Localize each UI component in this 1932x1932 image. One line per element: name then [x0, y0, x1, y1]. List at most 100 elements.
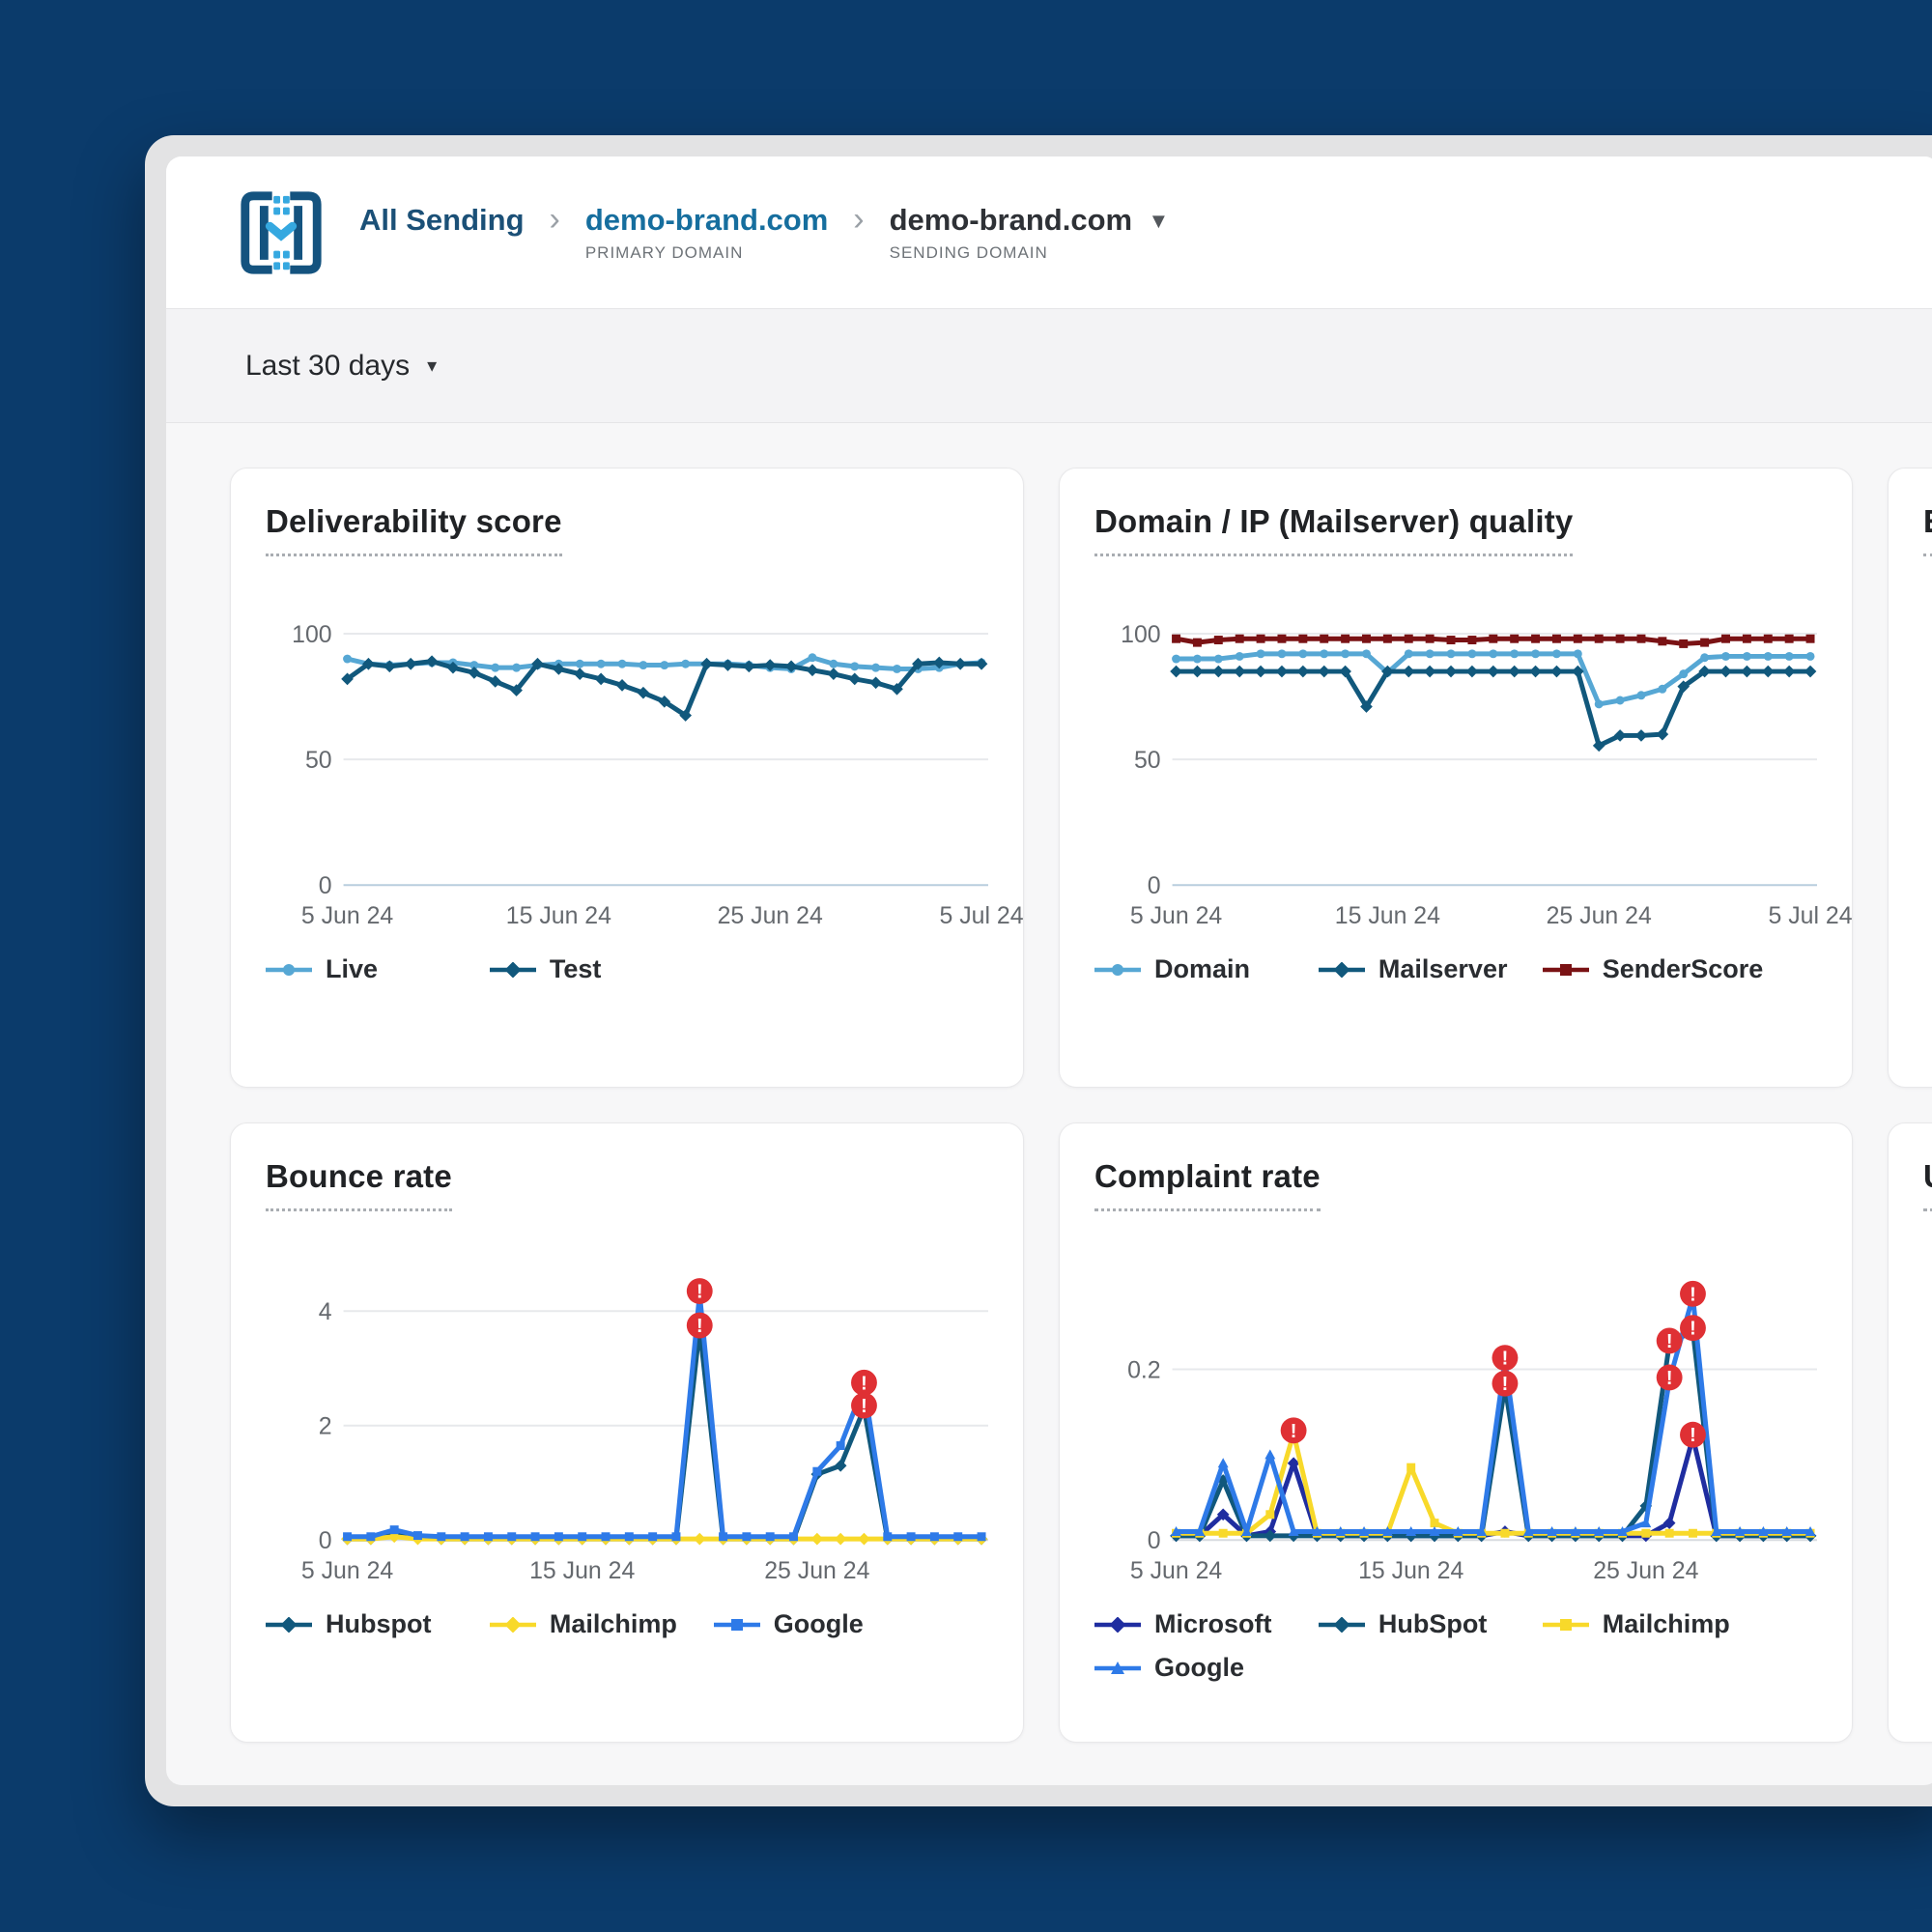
legend-item-test[interactable]: Test [490, 954, 714, 984]
legend-label: Domain [1154, 954, 1250, 984]
breadcrumb-separator-icon: › [550, 203, 560, 236]
app-window: All Sending › demo-brand.com PRIMARY DOM… [145, 135, 1932, 1806]
line-chart: 0.205 Jun 2415 Jun 2425 Jun 24!!!!!!!! [1094, 1221, 1817, 1607]
legend-marker-icon [1094, 962, 1141, 978]
svg-text:5 Jun 24: 5 Jun 24 [1130, 1557, 1223, 1584]
app-surface: All Sending › demo-brand.com PRIMARY DOM… [166, 156, 1932, 1785]
svg-text:0.2: 0.2 [1127, 1356, 1161, 1383]
chart-title: Complaint rate [1094, 1158, 1321, 1211]
legend-label: SenderScore [1603, 954, 1764, 984]
chart-title: E [1923, 503, 1932, 556]
legend-label: Google [1154, 1653, 1244, 1683]
legend-item-hubspot[interactable]: Hubspot [266, 1609, 490, 1639]
svg-text:!: ! [1502, 1349, 1509, 1370]
legend-marker-icon [490, 962, 536, 978]
svg-text:0: 0 [1148, 1527, 1161, 1554]
date-range-selector[interactable]: Last 30 days ▾ [245, 350, 437, 383]
filter-bar: Last 30 days ▾ [166, 309, 1932, 423]
legend-item-google[interactable]: Google [714, 1609, 938, 1639]
chart-title: U [1923, 1158, 1932, 1211]
legend-label: Mailserver [1378, 954, 1508, 984]
breadcrumb-label: demo-brand.com [890, 203, 1132, 237]
legend-label: Mailchimp [550, 1609, 677, 1639]
svg-text:25 Jun 24: 25 Jun 24 [1547, 902, 1652, 929]
card-complaint-rate: Complaint rate 0.205 Jun 2415 Jun 2425 J… [1059, 1122, 1853, 1743]
breadcrumb-item-primary-domain[interactable]: demo-brand.com PRIMARY DOMAIN [585, 203, 828, 263]
svg-text:!: ! [696, 1281, 703, 1302]
legend-marker-icon [490, 1617, 536, 1633]
chart-legend: Live Test [266, 954, 988, 984]
svg-text:5 Jun 24: 5 Jun 24 [301, 902, 394, 929]
svg-text:5 Jun 24: 5 Jun 24 [1130, 902, 1223, 929]
legend-item-mailchimp[interactable]: Mailchimp [1543, 1609, 1767, 1639]
chevron-down-icon: ▼ [1149, 209, 1170, 234]
breadcrumb: All Sending › demo-brand.com PRIMARY DOM… [359, 203, 1169, 263]
legend-item-google[interactable]: Google [1094, 1653, 1319, 1683]
legend-item-microsoft[interactable]: Microsoft [1094, 1609, 1319, 1639]
date-range-label: Last 30 days [245, 350, 410, 383]
app-header: All Sending › demo-brand.com PRIMARY DOM… [166, 156, 1932, 309]
dashboard-content: Deliverability score 1005005 Jun 2415 Ju… [166, 423, 1932, 1743]
legend-item-mailserver[interactable]: Mailserver [1319, 954, 1543, 984]
svg-text:15 Jun 24: 15 Jun 24 [1358, 1557, 1463, 1584]
svg-text:!: ! [861, 1373, 867, 1394]
legend-marker-icon [714, 1617, 760, 1633]
svg-text:100: 100 [292, 621, 331, 648]
svg-text:0: 0 [1148, 872, 1161, 899]
svg-text:100: 100 [1121, 621, 1160, 648]
chart-legend: Microsoft HubSpot Mailchimp Google [1094, 1609, 1817, 1683]
card-partial-right-top: E [1888, 468, 1932, 1088]
svg-text:0: 0 [319, 1527, 332, 1554]
svg-text:!: ! [1690, 1284, 1696, 1305]
legend-label: HubSpot [1378, 1609, 1487, 1639]
legend-label: Mailchimp [1603, 1609, 1730, 1639]
chart-legend: Domain Mailserver SenderScore [1094, 954, 1817, 984]
svg-text:15 Jun 24: 15 Jun 24 [1335, 902, 1440, 929]
breadcrumb-item-all-sending[interactable]: All Sending [359, 203, 525, 238]
svg-text:2: 2 [319, 1413, 332, 1440]
card-domain-ip-quality: Domain / IP (Mailserver) quality 1005005… [1059, 468, 1853, 1088]
legend-item-live[interactable]: Live [266, 954, 490, 984]
card-bounce-rate: Bounce rate 4205 Jun 2415 Jun 2425 Jun 2… [230, 1122, 1024, 1743]
chart-title: Bounce rate [266, 1158, 452, 1211]
breadcrumb-label: All Sending [359, 203, 525, 238]
card-deliverability-score: Deliverability score 1005005 Jun 2415 Ju… [230, 468, 1024, 1088]
breadcrumb-sublabel: PRIMARY DOMAIN [585, 243, 828, 263]
svg-text:15 Jun 24: 15 Jun 24 [506, 902, 611, 929]
legend-marker-icon [1094, 1617, 1141, 1633]
svg-text:!: ! [1666, 1368, 1673, 1389]
legend-marker-icon [1319, 1617, 1365, 1633]
svg-text:!: ! [1666, 1331, 1673, 1352]
card-row: Bounce rate 4205 Jun 2415 Jun 2425 Jun 2… [230, 1122, 1932, 1743]
breadcrumb-separator-icon: › [853, 203, 864, 236]
svg-text:0: 0 [319, 872, 332, 899]
legend-item-domain[interactable]: Domain [1094, 954, 1319, 984]
brand-logo-icon[interactable] [236, 187, 327, 278]
legend-item-mailchimp[interactable]: Mailchimp [490, 1609, 714, 1639]
svg-text:15 Jun 24: 15 Jun 24 [529, 1557, 635, 1584]
svg-text:!: ! [1291, 1421, 1297, 1442]
chart-title: Deliverability score [266, 503, 562, 556]
legend-label: Google [774, 1609, 864, 1639]
card-row: Deliverability score 1005005 Jun 2415 Ju… [230, 468, 1932, 1088]
legend-marker-icon [1543, 1617, 1589, 1633]
svg-text:!: ! [1690, 1319, 1696, 1340]
breadcrumb-item-sending-domain[interactable]: demo-brand.com ▼ SENDING DOMAIN [890, 203, 1170, 263]
svg-text:!: ! [696, 1316, 703, 1337]
svg-text:25 Jun 24: 25 Jun 24 [718, 902, 823, 929]
chevron-down-icon: ▾ [427, 354, 437, 378]
breadcrumb-label: demo-brand.com [585, 203, 828, 238]
chart-legend: Hubspot Mailchimp Google [266, 1609, 988, 1639]
line-chart: 1005005 Jun 2415 Jun 2425 Jun 245 Jul 24 [1094, 566, 1817, 952]
breadcrumb-sublabel: SENDING DOMAIN [890, 243, 1170, 263]
legend-label: Live [326, 954, 378, 984]
svg-text:5 Jun 24: 5 Jun 24 [301, 1557, 394, 1584]
legend-label: Test [550, 954, 602, 984]
legend-item-hubspot[interactable]: HubSpot [1319, 1609, 1543, 1639]
legend-item-senderscore[interactable]: SenderScore [1543, 954, 1767, 984]
line-chart: 1005005 Jun 2415 Jun 2425 Jun 245 Jul 24 [266, 566, 988, 952]
svg-text:5 Jul 24: 5 Jul 24 [1768, 902, 1852, 929]
legend-label: Microsoft [1154, 1609, 1272, 1639]
svg-text:!: ! [861, 1396, 867, 1417]
legend-label: Hubspot [326, 1609, 431, 1639]
